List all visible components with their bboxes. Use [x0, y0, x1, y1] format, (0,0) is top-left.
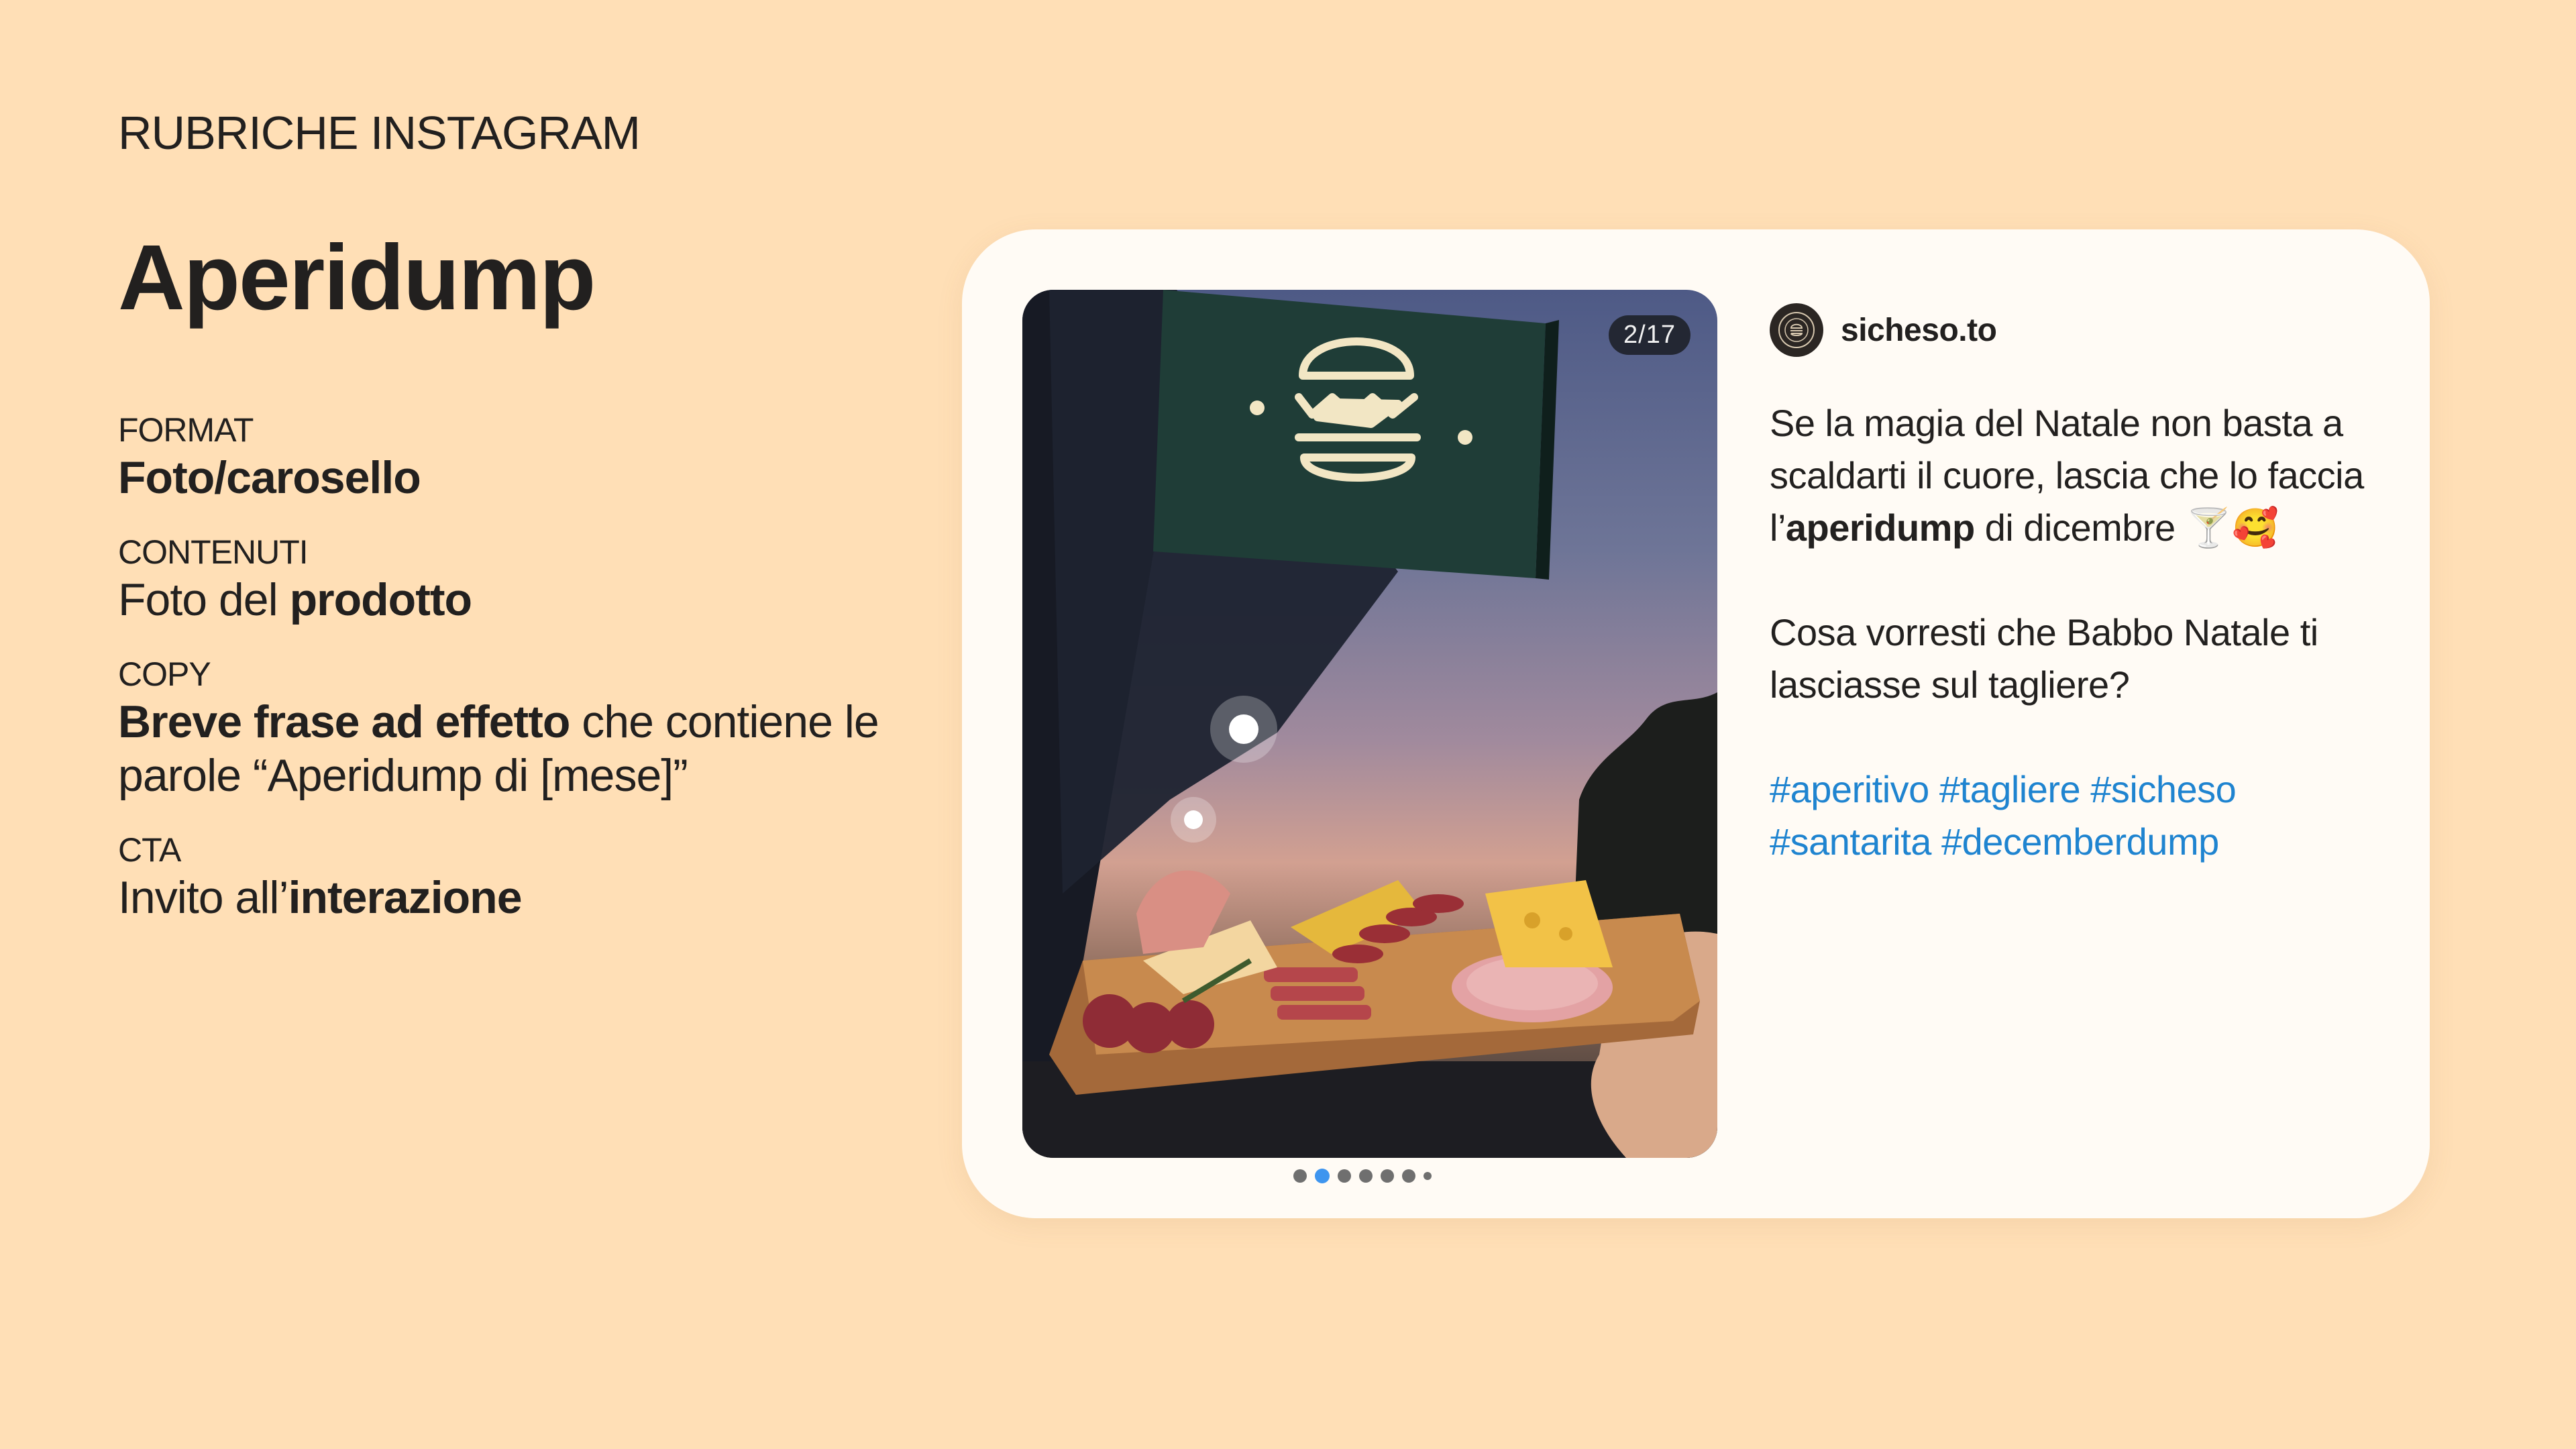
rubric-heading: RUBRICHE INSTAGRAM — [118, 107, 641, 159]
carousel-dot[interactable] — [1338, 1169, 1351, 1183]
post-photo-illustration — [1022, 290, 1717, 1158]
spec-copy: COPY Breve frase ad effetto che contiene… — [118, 653, 923, 802]
spec-cta: CTA Invito all’interazione — [118, 829, 923, 924]
spec-contents-label: CONTENUTI — [118, 533, 309, 571]
caption-question: Cosa vorresti che Babbo Natale ti lascia… — [1770, 611, 2318, 706]
caption-bold: aperidump — [1785, 506, 1975, 549]
carousel-dot[interactable] — [1359, 1169, 1373, 1183]
caption-text-end: di dicembre 🍸🥰 — [1974, 506, 2279, 549]
spec-format: FORMAT Foto/carosello — [118, 409, 923, 504]
spec-cta-value-bold: interazione — [288, 872, 523, 923]
spec-contents-value-prefix: Foto del — [118, 574, 290, 625]
spec-format-label: FORMAT — [118, 411, 254, 449]
spec-copy-value: Breve frase ad effetto che contiene le p… — [118, 695, 923, 802]
hashtags[interactable]: #aperitivo #tagliere #sicheso #santarita… — [1770, 763, 2394, 868]
spec-cta-value: Invito all’interazione — [118, 871, 923, 924]
spec-copy-label: COPY — [118, 655, 211, 693]
carousel-dot-active[interactable] — [1315, 1169, 1330, 1183]
section-title: Aperidump — [118, 226, 596, 329]
image-counter-badge: 2/17 — [1609, 315, 1690, 355]
carousel-dot[interactable] — [1424, 1172, 1432, 1180]
carousel-indicator — [1293, 1169, 1432, 1183]
post-caption: Se la magia del Natale non basta a scald… — [1770, 397, 2394, 868]
username[interactable]: sicheso.to — [1841, 312, 1997, 349]
spec-cta-label: CTA — [118, 831, 181, 869]
carousel-dot[interactable] — [1402, 1169, 1415, 1183]
instagram-post-card: 2/17 sicheso.to Se la magia del Natale n… — [962, 229, 2430, 1218]
spec-contents-value: Foto del prodotto — [118, 573, 923, 627]
spec-copy-value-bold: Breve frase ad effetto — [118, 696, 570, 747]
caption-paragraph: Se la magia del Natale non basta a scald… — [1770, 397, 2394, 554]
carousel-dot[interactable] — [1381, 1169, 1394, 1183]
avatar[interactable] — [1770, 303, 1823, 357]
spec-contents: CONTENUTI Foto del prodotto — [118, 531, 923, 627]
post-content: sicheso.to Se la magia del Natale non ba… — [1770, 303, 2394, 868]
post-photo[interactable]: 2/17 — [1022, 290, 1717, 1158]
spec-cta-value-prefix: Invito all’ — [118, 872, 289, 923]
post-header: sicheso.to — [1770, 303, 2394, 357]
spec-contents-value-bold: prodotto — [289, 574, 472, 625]
carousel-dot[interactable] — [1293, 1169, 1307, 1183]
spec-format-value: Foto/carosello — [118, 451, 923, 504]
brand-logo-icon — [1778, 312, 1815, 348]
spec-format-value-bold: Foto/carosello — [118, 452, 421, 503]
spec-list: FORMAT Foto/carosello CONTENUTI Foto del… — [118, 409, 923, 951]
